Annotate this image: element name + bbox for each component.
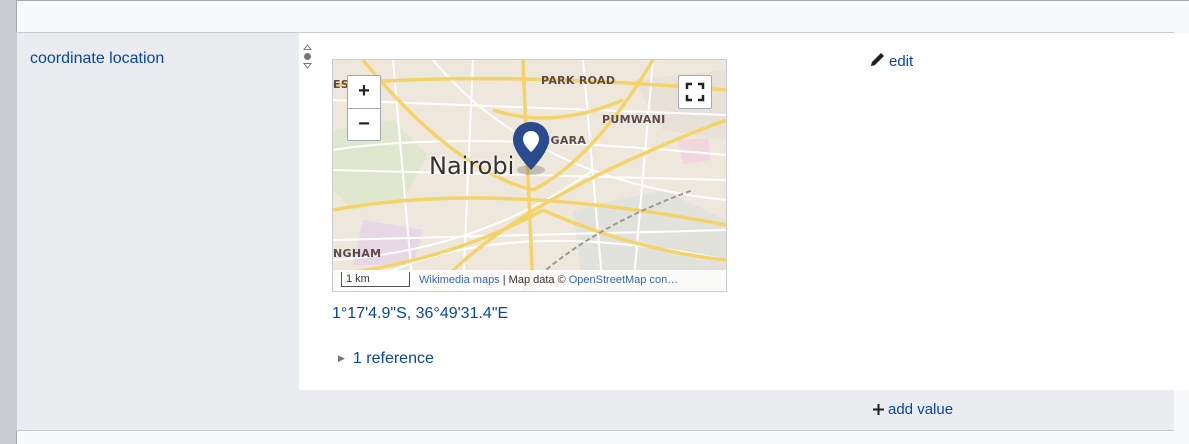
map-pin-icon	[513, 122, 549, 175]
map-zoom-controls: + −	[347, 75, 381, 141]
map-scale: 1 km	[341, 272, 410, 287]
map-label-pumwani: PUMWANI	[602, 113, 666, 126]
edit-button[interactable]: edit	[869, 51, 913, 70]
plus-icon	[873, 404, 884, 415]
map-label-ngham: NGHAM	[333, 247, 382, 260]
property-label[interactable]: coordinate location	[30, 50, 164, 68]
openstreetmap-link[interactable]: OpenStreetMap con…	[569, 274, 678, 286]
map-attribution-bar: 1 km Wikimedia maps | Map data © OpenStr…	[333, 270, 726, 291]
add-value-button[interactable]: add value	[872, 401, 953, 418]
rank-normal-icon[interactable]	[303, 44, 312, 70]
map-label-park-road: PARK ROAD	[541, 74, 616, 87]
fullscreen-button[interactable]	[678, 75, 712, 109]
edit-label: edit	[889, 53, 914, 70]
expand-triangle-icon: ▶	[338, 353, 345, 363]
coordinate-value-link[interactable]: 1°17'4.9"S, 36°49'31.4"E	[332, 305, 508, 323]
add-value-label: add value	[888, 401, 954, 418]
map-data-text: | Map data ©	[499, 274, 569, 286]
map-city-label: Nairobi	[429, 152, 515, 180]
map-attribution: Wikimedia maps | Map data © OpenStreetMa…	[419, 270, 678, 291]
zoom-out-button[interactable]: −	[348, 109, 380, 141]
wikimedia-maps-link[interactable]: Wikimedia maps	[419, 274, 500, 286]
references-toggle[interactable]: ▶ 1 reference	[338, 350, 434, 368]
fullscreen-icon	[685, 82, 705, 102]
map-frame[interactable]: PARK ROAD NGARA PUMWANI NGHAM ES Nairobi…	[332, 59, 727, 292]
pencil-icon	[871, 53, 884, 66]
references-label: 1 reference	[352, 350, 434, 367]
zoom-in-button[interactable]: +	[348, 76, 380, 109]
